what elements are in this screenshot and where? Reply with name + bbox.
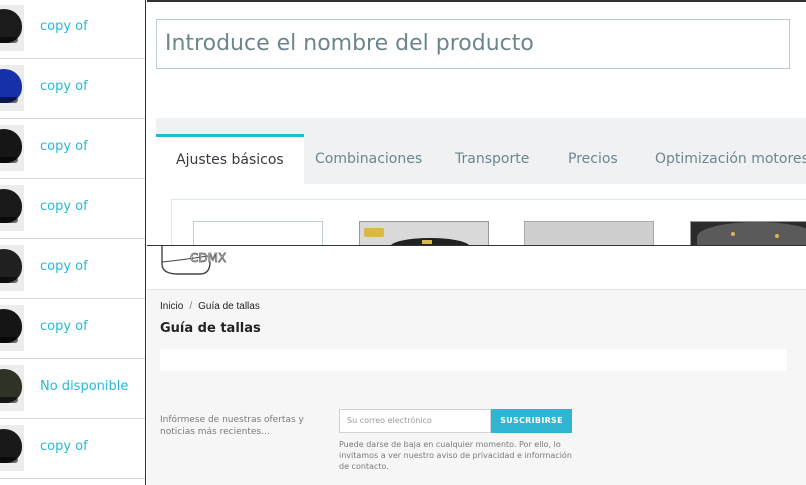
subscribe-button[interactable]: SUSCRIBIRSE bbox=[491, 409, 572, 433]
site-header: CDMX bbox=[147, 245, 806, 290]
store-logo[interactable]: CDMX bbox=[160, 246, 240, 280]
product-thumbnail bbox=[0, 425, 24, 471]
product-image[interactable] bbox=[690, 221, 806, 245]
newsletter-privacy-note: Puede darse de baja en cualquier momento… bbox=[339, 440, 572, 471]
product-thumbnail bbox=[0, 125, 24, 171]
product-name-input[interactable]: Introduce el nombre del producto bbox=[156, 19, 790, 69]
product-label[interactable]: copy of bbox=[40, 259, 88, 274]
product-label[interactable]: copy of bbox=[40, 79, 88, 94]
breadcrumb: Inicio / Guía de tallas bbox=[160, 301, 260, 312]
newsletter-description: Infórmese de nuestras ofertas y noticias… bbox=[160, 415, 304, 437]
product-editor: Introduce el nombre del producto Ajustes… bbox=[147, 0, 806, 245]
product-image[interactable] bbox=[524, 221, 654, 245]
list-item[interactable]: copy of bbox=[0, 419, 145, 479]
page-content bbox=[160, 349, 787, 371]
page-title: Guía de tallas bbox=[160, 321, 261, 336]
product-label[interactable]: copy of bbox=[40, 439, 88, 454]
product-images-panel bbox=[171, 199, 806, 245]
list-item[interactable]: copy of bbox=[0, 59, 145, 119]
list-item[interactable]: copy of bbox=[0, 239, 145, 299]
product-thumbnail bbox=[0, 185, 24, 231]
tab-optimizacion-motores[interactable]: Optimización motores bbox=[655, 134, 806, 184]
list-item[interactable]: No disponible bbox=[0, 359, 145, 419]
product-thumbnail bbox=[0, 65, 24, 111]
editor-tabs: Ajustes básicos Combinaciones Transporte… bbox=[156, 118, 806, 184]
newsletter-email-input[interactable]: Su correo electrónico bbox=[339, 409, 491, 433]
product-thumbnail bbox=[0, 305, 24, 351]
product-label[interactable]: copy of bbox=[40, 319, 88, 334]
product-thumbnail bbox=[0, 365, 24, 411]
product-image[interactable] bbox=[359, 221, 489, 245]
list-item[interactable]: copy of bbox=[0, 119, 145, 179]
breadcrumb-home[interactable]: Inicio bbox=[160, 301, 183, 312]
tab-transporte[interactable]: Transporte bbox=[455, 134, 529, 184]
divider bbox=[147, 0, 806, 2]
list-item[interactable]: copy of bbox=[0, 299, 145, 359]
tab-combinaciones[interactable]: Combinaciones bbox=[315, 134, 422, 184]
logo-text: CDMX bbox=[190, 251, 226, 265]
product-thumbnail bbox=[0, 245, 24, 291]
product-label[interactable]: copy of bbox=[40, 19, 88, 34]
list-item[interactable]: copy of bbox=[0, 179, 145, 239]
product-label[interactable]: copy of bbox=[40, 139, 88, 154]
image-upload-slot[interactable] bbox=[193, 221, 323, 245]
list-item[interactable]: copy of bbox=[0, 0, 145, 59]
breadcrumb-current[interactable]: Guía de tallas bbox=[198, 301, 260, 312]
tab-ajustes-basicos[interactable]: Ajustes básicos bbox=[156, 134, 304, 184]
product-label[interactable]: No disponible bbox=[40, 379, 128, 394]
breadcrumb-separator: / bbox=[189, 301, 193, 312]
product-label[interactable]: copy of bbox=[40, 199, 88, 214]
size-guide-page: CDMX Inicio / Guía de tallas Guía de talla… bbox=[147, 245, 806, 485]
tab-precios[interactable]: Precios bbox=[568, 134, 618, 184]
product-thumbnail bbox=[0, 5, 24, 51]
product-list: copy of copy of copy of copy of copy of … bbox=[0, 0, 146, 485]
